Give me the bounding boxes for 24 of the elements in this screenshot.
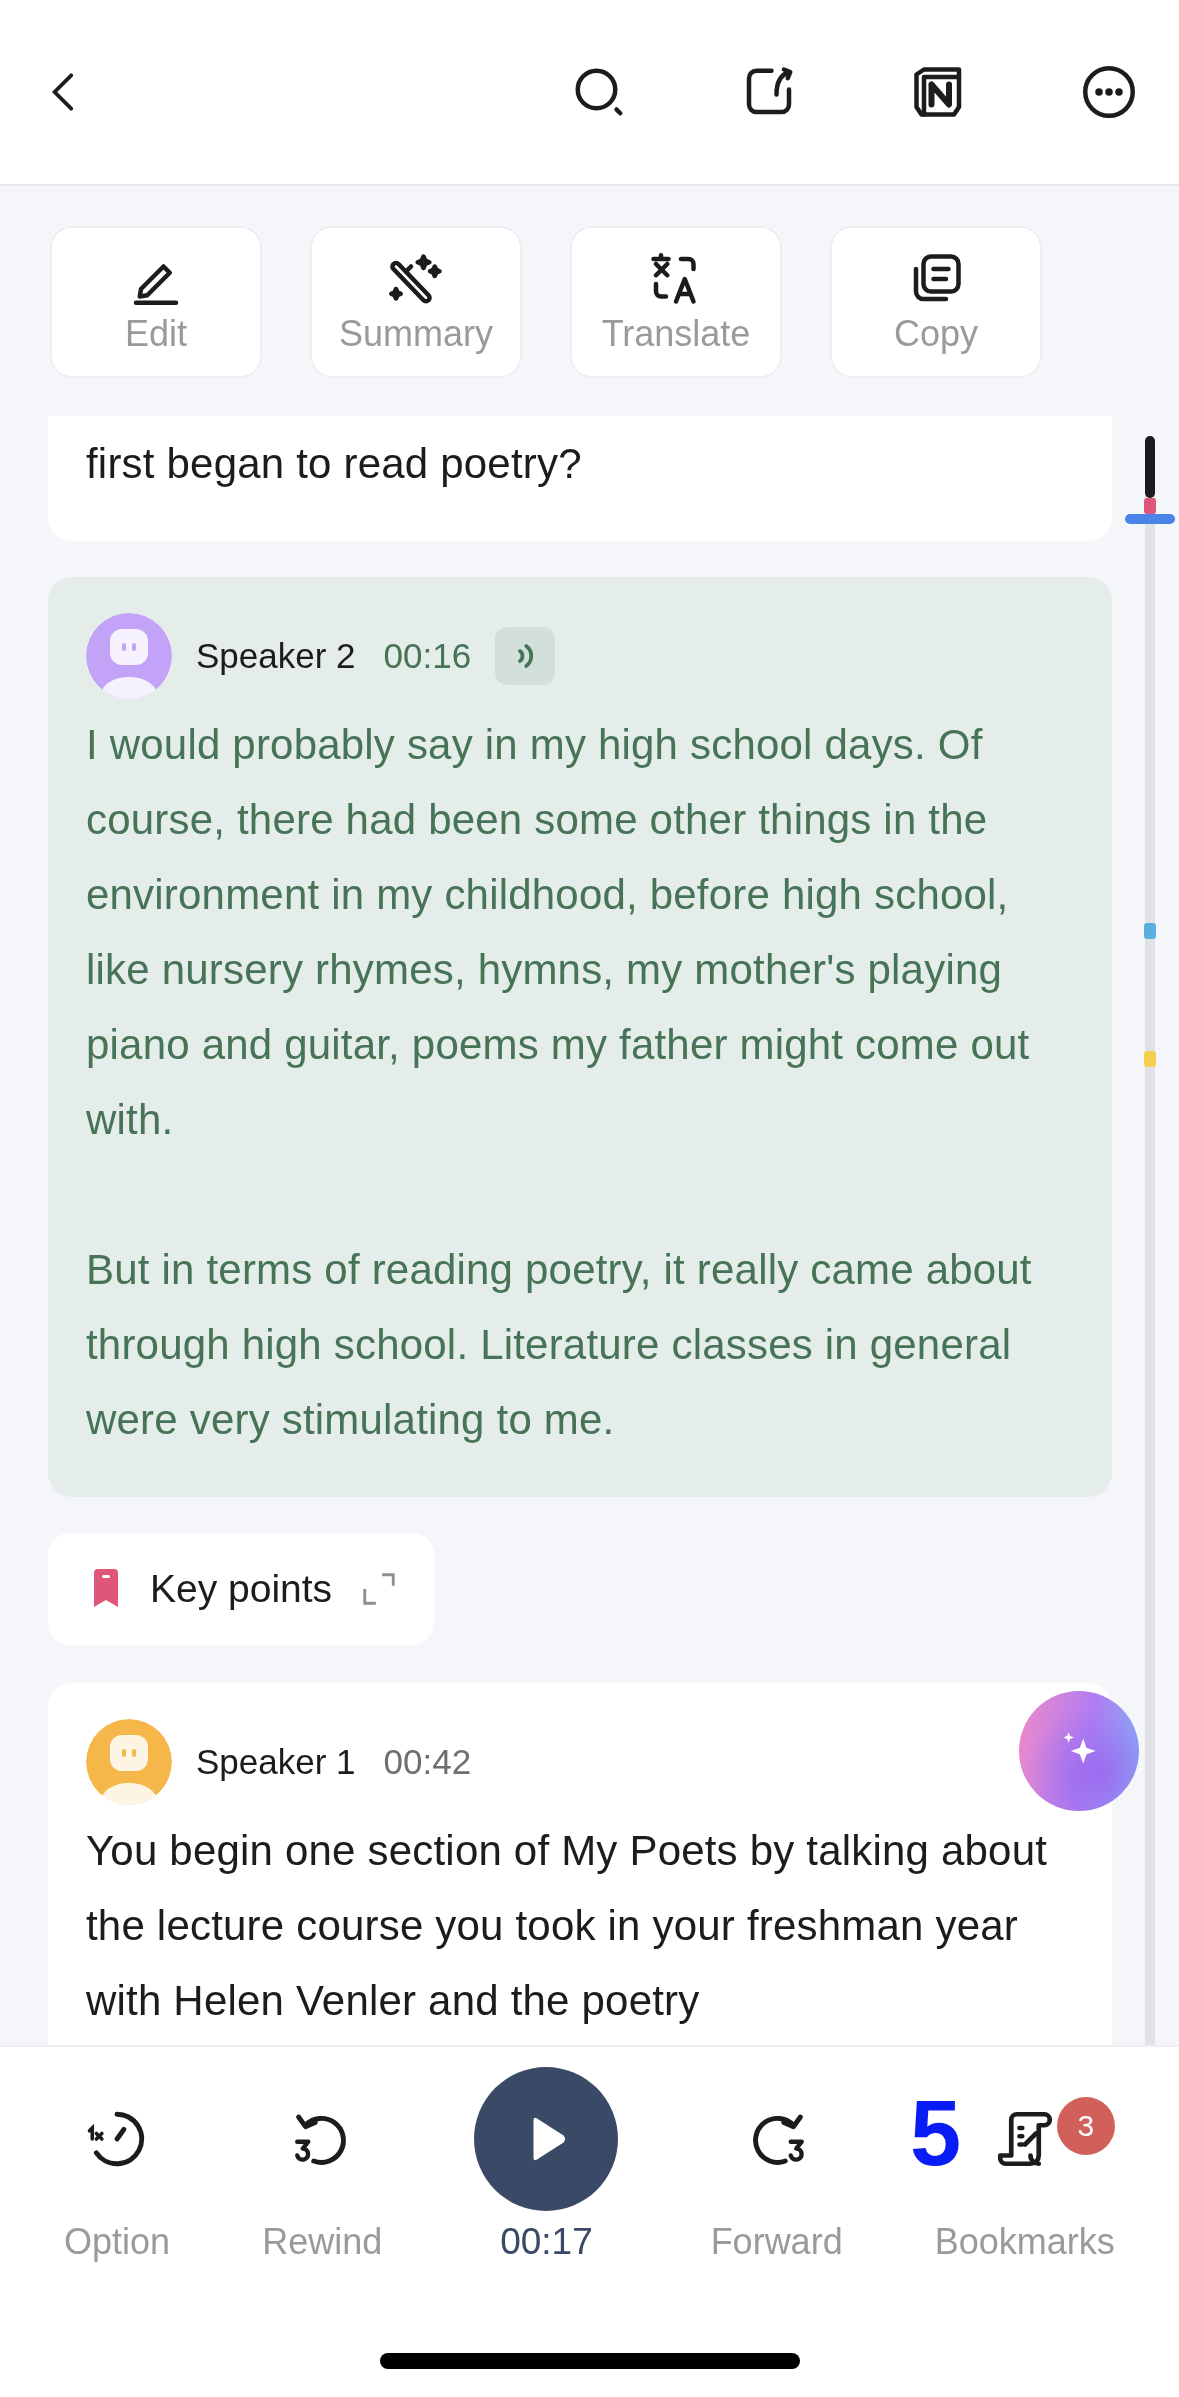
forward-button[interactable]: Forward xyxy=(710,2067,843,2263)
transcript-text: You begin one section of My Poets by talking about the lecture course you took in your freshman year with Helen Venler and the poetry xyxy=(86,1826,1049,2026)
transcript-card[interactable] xyxy=(48,577,1112,1497)
option-button[interactable]: Option xyxy=(64,2067,171,2263)
speaker-name: Speaker 1 xyxy=(196,1742,356,1782)
key-points-button[interactable]: Key points xyxy=(48,1533,435,1645)
transcript-card[interactable]: Speaker 1 00:42 You begin one section of My Poets by talking about the lecture course you took in your freshman year with Helen Venler and the poetry xyxy=(48,1683,1112,2045)
toolbar-button[interactable]: Copy xyxy=(830,226,1042,378)
audio-playing-icon xyxy=(495,627,556,685)
transcript-text: But in terms of reading poetry, it really came about through high school. Literature classes in general were very stimulating to me. xyxy=(86,1245,1033,1445)
toolbar-button[interactable]: Summary xyxy=(310,226,522,378)
scroll-thumb[interactable] xyxy=(1145,436,1155,498)
speaker-name: Speaker 2 xyxy=(196,636,356,676)
annotation-number: 5 xyxy=(910,2087,962,2179)
timestamp[interactable]: 00:42 xyxy=(383,1742,472,1782)
toolbar-button[interactable]: Edit xyxy=(50,226,262,378)
rewind-button[interactable]: Rewind xyxy=(262,2067,383,2263)
position-indicator xyxy=(1125,514,1175,524)
transcript-text: first began to read poetry? xyxy=(86,439,583,489)
toolbar-button[interactable]: Translate xyxy=(570,226,782,378)
transcript-text: I would probably say in my high school days. Of course, there had been some other things in the environment in my childhood, before high school, like nursery rhymes, hymns, my mother's playing piano and guitar, poems my father might come out with. xyxy=(86,720,1031,1145)
timestamp[interactable]: 00:16 xyxy=(383,636,472,676)
play-button[interactable]: 00:17 xyxy=(474,2067,619,2263)
count-badge: 3 xyxy=(1056,2097,1115,2155)
